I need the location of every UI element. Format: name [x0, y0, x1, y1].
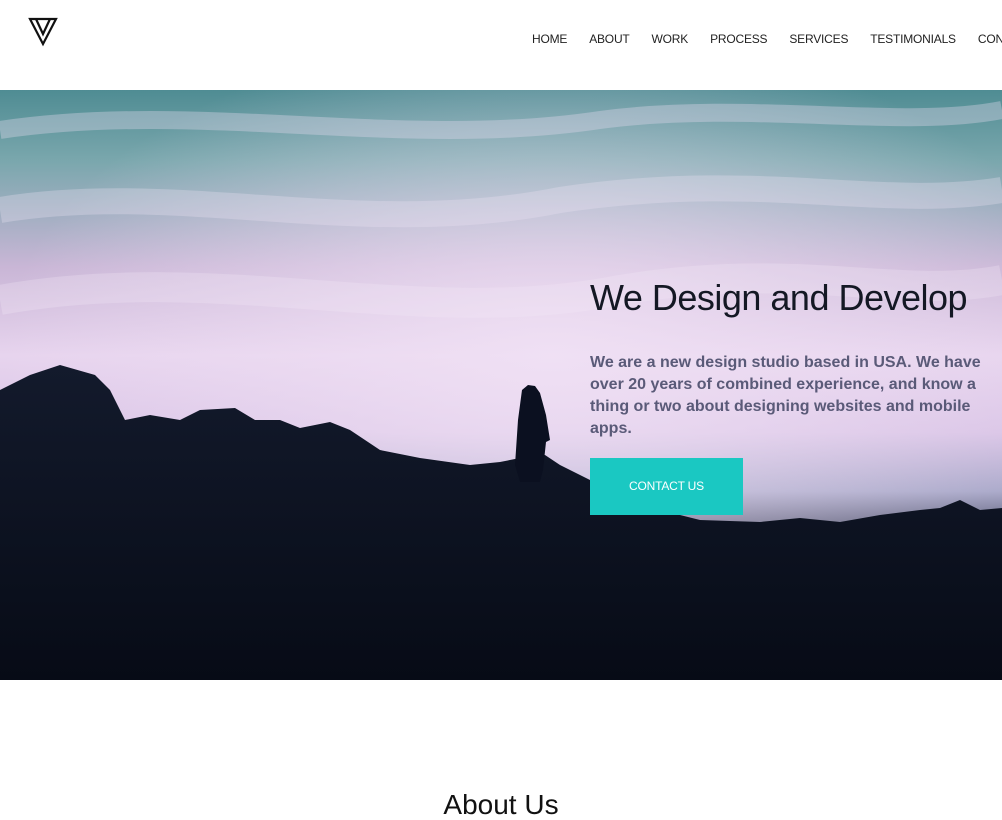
contact-us-button[interactable]: CONTACT US	[590, 458, 743, 515]
nav-about[interactable]: ABOUT	[589, 31, 630, 47]
hero-title: We Design and Develop	[590, 277, 968, 318]
nav-services[interactable]: SERVICES	[789, 31, 848, 47]
main-nav: HOME ABOUT WORK PROCESS SERVICES TESTIMO…	[532, 31, 1002, 47]
nav-process[interactable]: PROCESS	[710, 31, 767, 47]
triangle-logo-icon[interactable]	[28, 17, 58, 47]
about-heading: About Us	[443, 789, 559, 820]
nav-work[interactable]: WORK	[652, 31, 689, 47]
nav-contact[interactable]: CONTACT	[978, 31, 1002, 47]
nav-testimonials[interactable]: TESTIMONIALS	[870, 31, 956, 47]
hero-section: We Design and Develop We are a new desig…	[0, 90, 1002, 680]
nav-home[interactable]: HOME	[532, 31, 567, 47]
site-header: HOME ABOUT WORK PROCESS SERVICES TESTIMO…	[0, 0, 1002, 90]
hero-description: We are a new design studio based in USA.…	[590, 354, 981, 437]
